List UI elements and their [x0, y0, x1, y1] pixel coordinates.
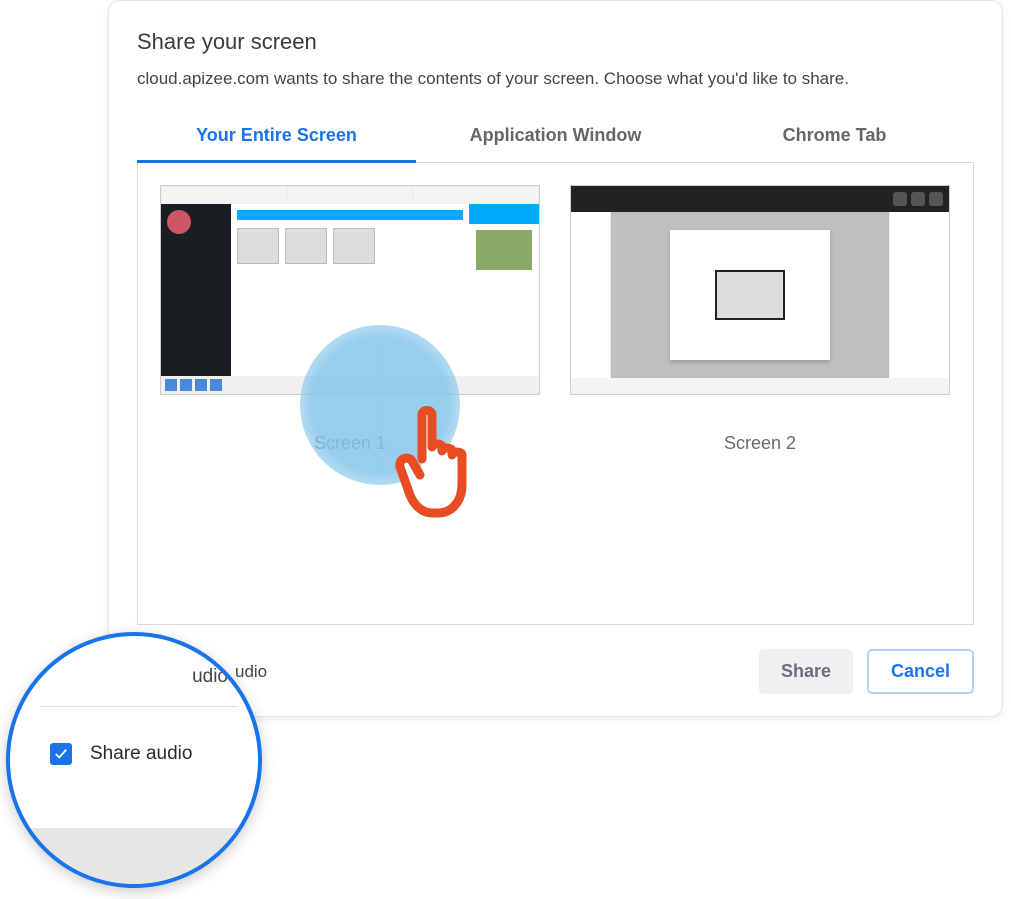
dialog-footer: udio Share Cancel [137, 649, 974, 694]
screen-option-1[interactable]: Screen 1 [160, 185, 540, 454]
screen-1-label: Screen 1 [160, 433, 540, 454]
screen-2-thumbnail [570, 185, 950, 395]
tab-application-window[interactable]: Application Window [416, 113, 695, 162]
tab-bar: Your Entire Screen Application Window Ch… [137, 113, 974, 163]
hand-pointer-icon [392, 401, 492, 526]
zoom-fragment-text: udio [40, 666, 238, 707]
share-screen-dialog: Share your screen cloud.apizee.com wants… [108, 0, 1003, 717]
tab-entire-screen[interactable]: Your Entire Screen [137, 113, 416, 163]
dialog-title: Share your screen [137, 29, 974, 55]
share-audio-checkbox-row[interactable]: Share audio [40, 743, 238, 765]
screen-2-label: Screen 2 [570, 433, 950, 454]
screen-grid: Screen 1 Screen 2 [137, 163, 974, 625]
screen-option-2[interactable]: Screen 2 [570, 185, 950, 454]
screen-1-thumbnail [160, 185, 540, 395]
share-button[interactable]: Share [759, 649, 853, 694]
zoom-callout: udio Share audio [6, 632, 262, 888]
cancel-button[interactable]: Cancel [867, 649, 974, 694]
checkbox-checked-icon[interactable] [50, 743, 72, 765]
tab-chrome-tab[interactable]: Chrome Tab [695, 113, 974, 162]
share-audio-label: Share audio [90, 743, 192, 765]
dialog-subtitle: cloud.apizee.com wants to share the cont… [137, 69, 974, 89]
